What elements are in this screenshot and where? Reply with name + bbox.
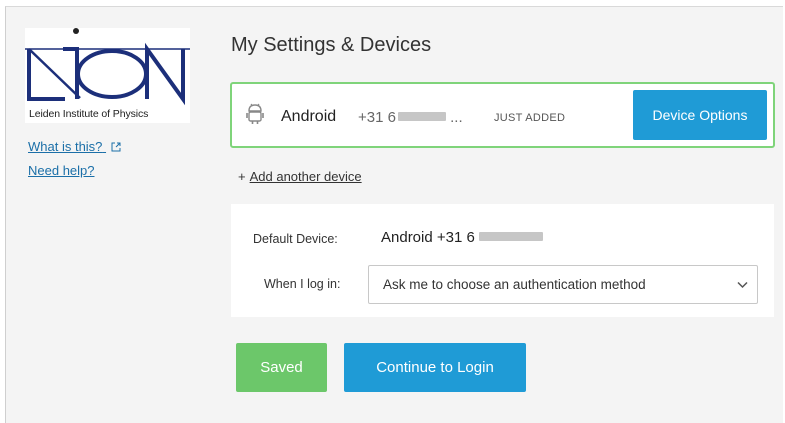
need-help-link[interactable]: Need help? — [28, 163, 95, 178]
device-options-button[interactable]: Device Options — [633, 90, 767, 140]
device-card: Android +31 6 ... JUST ADDED Device Opti… — [230, 82, 775, 148]
device-name: Android — [281, 108, 337, 125]
device-number-ellipsis: ... — [450, 109, 463, 126]
redacted-number — [478, 232, 543, 241]
logo-diagonal-n — [145, 48, 185, 100]
lion-logo-mark — [25, 28, 190, 106]
lion-logo: Leiden Institute of Physics — [25, 28, 190, 123]
device-number-prefix: +31 6 — [358, 109, 396, 126]
just-added-badge: JUST ADDED — [494, 112, 566, 124]
saved-button[interactable]: Saved — [236, 343, 327, 392]
redacted-number — [397, 112, 446, 121]
login-method-select[interactable]: Ask me to choose an authentication metho… — [368, 265, 758, 304]
logo-letter-o — [76, 49, 148, 99]
page-title: My Settings & Devices — [231, 34, 432, 56]
logo-diagonal — [28, 48, 81, 99]
external-link-icon — [111, 142, 121, 152]
what-is-this-label: What is this? — [28, 139, 103, 154]
add-another-device-link[interactable]: Add another device — [250, 169, 362, 184]
login-method-selected: Ask me to choose an authentication metho… — [383, 277, 646, 292]
android-icon — [246, 103, 264, 124]
login-method-label: When I log in: — [264, 277, 341, 291]
settings-box: Default Device: Android +31 6 When I log… — [231, 204, 774, 317]
plus-icon: + — [238, 169, 246, 184]
add-another-device[interactable]: + Add another device — [238, 169, 362, 184]
what-is-this-link[interactable]: What is this? — [28, 139, 121, 154]
logo-caption: Leiden Institute of Physics — [29, 108, 149, 120]
logo-letter-l — [27, 49, 65, 101]
default-device-label: Default Device: — [253, 232, 338, 246]
logo-dot — [73, 28, 79, 34]
chevron-down-icon — [737, 281, 748, 289]
default-device-text: Android +31 6 — [381, 229, 475, 246]
default-device-value: Android +31 6 — [381, 229, 543, 246]
continue-to-login-button[interactable]: Continue to Login — [344, 343, 526, 392]
device-number: +31 6 ... — [358, 109, 463, 126]
